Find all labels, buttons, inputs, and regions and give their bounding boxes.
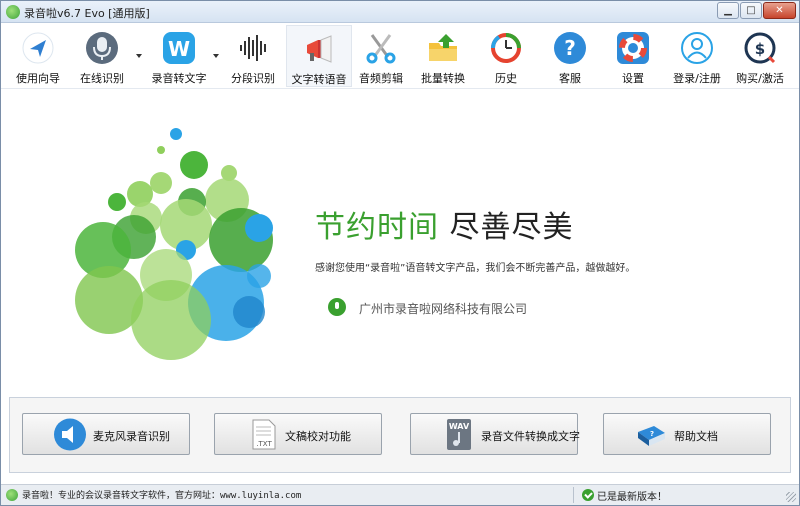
tool-label: 分段识别 [231,72,275,85]
svg-text:WAV: WAV [449,422,470,431]
tool-label: 批量转换 [421,72,465,85]
microphone-recognition-button[interactable]: 麦克风录音识别 [22,413,190,455]
scissors-icon [366,34,396,64]
microphone-icon [86,32,118,64]
svg-text:?: ? [564,36,576,60]
status-bar: 录音啦！专业的会议录音转文字软件，官方网址：www.luyinla.com 已是… [1,484,799,505]
waveform-icon [240,35,266,61]
tool-history[interactable]: 历史 [473,25,539,87]
tool-guide[interactable]: 使用向导 [5,25,71,87]
tool-customer-service[interactable]: ? 客服 [537,25,603,87]
headline-green: 节约时间 [315,210,439,245]
proofreading-button[interactable]: .TXT 文稿校对功能 [214,413,382,455]
tool-label: 使用向导 [16,72,60,85]
tool-label: 历史 [495,72,517,85]
svg-text:?: ? [650,430,654,438]
app-logo-icon [6,5,20,19]
version-status: 已是最新版本！ [597,492,667,503]
tool-text-to-speech[interactable]: 文字转语音 [286,25,352,87]
quick-actions-panel: 麦克风录音识别 .TXT 文稿校对功能 WAV 录音文件转换成文字 ? 帮助文档 [9,397,791,473]
letter-w-icon: W [163,32,195,64]
welcome-panel: 节约时间 尽善尽美 感谢您使用“录音啦”语音转文字产品，我们会不断完善产品，越做… [1,90,799,390]
window-title: 录音啦v6.7 Evo [通用版] [24,7,150,20]
button-label: 录音文件转换成文字 [481,430,580,443]
folder-arrow-icon [429,34,457,61]
purchase-coin-icon: $ [744,32,776,64]
history-clock-icon [490,33,521,63]
headline-black: 尽善尽美 [449,210,574,245]
main-toolbar: 使用向导 在线识别 W 录音转文字 分段识别 文字转语音 音频剪辑 批量转换 历… [1,23,799,89]
bubbles-logo-graphic [75,128,273,360]
button-label: 文稿校对功能 [285,430,351,443]
tool-batch-convert[interactable]: 批量转换 [410,25,476,87]
close-button[interactable]: ✕ [763,2,796,19]
chevron-down-icon[interactable] [213,54,219,58]
svg-text:.TXT: .TXT [256,440,272,448]
button-label: 帮助文档 [674,430,718,443]
tool-settings[interactable]: 设置 [600,25,666,87]
tool-label: 文字转语音 [291,73,347,86]
company-name: 广州市录音啦网络科技有限公司 [359,302,528,316]
button-label: 麦克风录音识别 [93,430,170,443]
tool-label: 设置 [622,72,644,85]
tool-recording-to-text[interactable]: W 录音转文字 [146,25,212,87]
txt-document-icon: .TXT [252,419,276,450]
speaker-icon [54,418,86,451]
status-message[interactable]: 录音啦！专业的会议录音转文字软件，官方网址：www.luyinla.com [22,488,301,501]
tool-label: 客服 [559,72,581,85]
tool-label: 购买/激活 [736,72,784,85]
lifebuoy-icon [617,32,649,64]
microphone-badge-icon [328,298,346,316]
status-separator [573,487,574,503]
tool-label: 在线识别 [80,72,124,85]
app-logo-icon [6,489,18,501]
chevron-down-icon[interactable] [136,54,142,58]
megaphone-icon [307,35,332,63]
minimize-button[interactable]: ▁ [717,2,739,19]
wav-file-icon: WAV [447,419,471,450]
help-question-icon: ? [554,32,586,64]
svg-text:W: W [168,37,190,61]
navigation-arrow-icon [22,32,54,64]
title-bar[interactable]: 录音啦v6.7 Evo [通用版] ▁ □ ✕ [1,1,799,23]
tool-online-recognition[interactable]: 在线识别 [69,25,135,87]
user-icon [681,32,713,64]
tool-login-register[interactable]: 登录/注册 [664,25,730,87]
resize-grip[interactable] [786,492,796,502]
tool-purchase-activate[interactable]: $ 购买/激活 [727,25,793,87]
headline: 节约时间 尽善尽美 [315,202,574,246]
tool-label: 登录/注册 [673,72,721,85]
tool-audio-edit[interactable]: 音频剪辑 [348,25,414,87]
maximize-button[interactable]: □ [740,2,762,19]
audio-file-to-text-button[interactable]: WAV 录音文件转换成文字 [410,413,580,455]
check-icon [582,489,594,501]
help-book-icon: ? [638,426,665,446]
tool-segment-recognition[interactable]: 分段识别 [220,25,286,87]
welcome-subtitle: 感谢您使用“录音啦”语音转文字产品，我们会不断完善产品，越做越好。 [315,263,636,274]
tool-label: 录音转文字 [151,72,207,85]
app-window: 录音啦v6.7 Evo [通用版] ▁ □ ✕ 使用向导 在线识别 W 录音转文… [0,0,800,506]
help-docs-button[interactable]: ? 帮助文档 [603,413,771,455]
tool-label: 音频剪辑 [359,72,403,85]
svg-text:$: $ [755,40,765,58]
